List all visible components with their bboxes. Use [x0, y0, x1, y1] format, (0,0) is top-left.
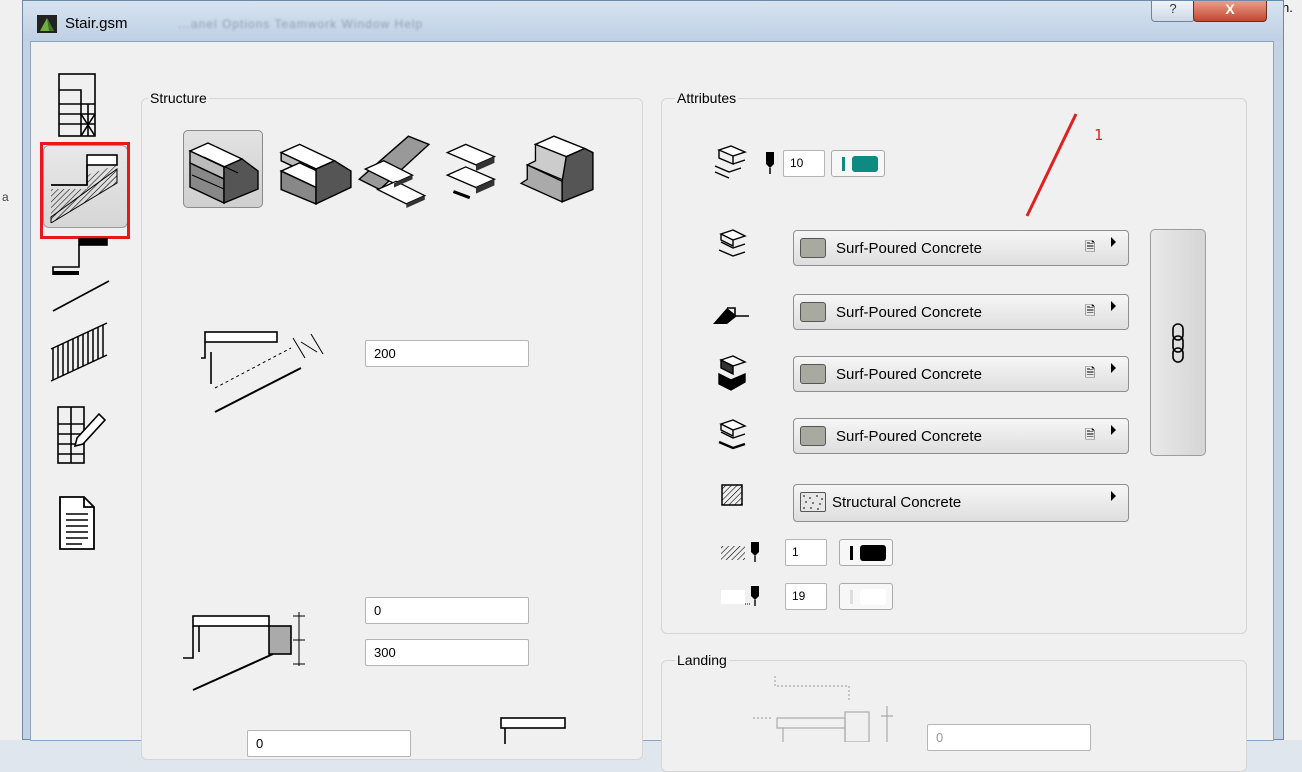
stair-contour-icon	[714, 145, 747, 179]
contour-pen-input[interactable]: 10	[783, 150, 825, 177]
background-app-left: a	[0, 0, 23, 740]
tread-material-icon	[718, 229, 747, 257]
stair-edit-icon[interactable]	[55, 404, 107, 466]
side-material-icon	[718, 355, 747, 391]
material-doc-icon: 🗎	[1085, 303, 1096, 318]
material-doc-icon: 🗎	[1085, 365, 1096, 380]
dropdown-arrow-icon	[1111, 491, 1116, 501]
cut-fill-button[interactable]: Structural Concrete	[793, 484, 1129, 522]
document-icon[interactable]	[57, 494, 97, 552]
landing-input[interactable]: 0	[927, 724, 1091, 751]
dropdown-arrow-icon	[1111, 363, 1116, 373]
background-pen-color[interactable]	[839, 583, 893, 610]
depth-input[interactable]: 300	[365, 639, 529, 666]
background-pen-icon	[721, 586, 759, 606]
material-name: Surf-Poured Concrete	[836, 240, 982, 257]
annotation-line	[1025, 113, 1078, 217]
background-text: a	[2, 190, 9, 204]
offset-input[interactable]: 0	[365, 597, 529, 624]
thickness-input[interactable]: 200	[365, 340, 529, 367]
material-name: Surf-Poured Concrete	[836, 428, 982, 445]
chain-link-icon	[1172, 323, 1184, 363]
stair-offset-diagram	[183, 612, 305, 691]
material-name: Surf-Poured Concrete	[836, 366, 982, 383]
stair-railing-icon[interactable]	[47, 319, 113, 389]
material-swatch	[800, 238, 826, 258]
material-swatch	[800, 364, 826, 384]
help-button[interactable]: ?	[1151, 1, 1195, 22]
stair-type-stringer-button[interactable]	[353, 130, 433, 208]
stair-type-cantilever-button[interactable]	[275, 130, 355, 208]
stair-steps-icon[interactable]	[49, 237, 111, 313]
bottom-material-button[interactable]: Surf-Poured Concrete 🗎	[793, 418, 1129, 454]
background-app-right: n.	[1282, 0, 1302, 740]
contour-pen-color[interactable]	[831, 150, 885, 177]
attributes-group-label: Attributes	[675, 90, 739, 106]
tread-material-button[interactable]: Surf-Poured Concrete 🗎	[793, 230, 1129, 266]
side-material-button[interactable]: Surf-Poured Concrete 🗎	[793, 356, 1129, 392]
close-button[interactable]: X	[1193, 1, 1267, 22]
stair-thickness-diagram	[201, 331, 324, 413]
dialog-content: Structure 200 0 300 0 Attributes 10 Surf…	[30, 41, 1274, 772]
material-doc-icon: 🗎	[1085, 427, 1096, 442]
riser-material-icon	[713, 307, 749, 324]
material-name: Surf-Poured Concrete	[836, 304, 982, 321]
riser-material-button[interactable]: Surf-Poured Concrete 🗎	[793, 294, 1129, 330]
fill-name: Structural Concrete	[832, 494, 962, 511]
stair-type-solid-button[interactable]	[183, 130, 263, 208]
landing-diagram	[753, 676, 893, 742]
fill-swatch	[800, 492, 826, 512]
annotation-label: 1	[1094, 126, 1104, 144]
solid-stair-icon	[188, 142, 259, 205]
fill-pattern-icon	[721, 484, 743, 506]
background-menu-text: ...anel Options Teamwork Window Help	[178, 17, 424, 31]
material-doc-icon: 🗎	[1085, 239, 1096, 254]
material-swatch	[800, 426, 826, 446]
stair-settings-dialog: Stair.gsm ...anel Options Teamwork Windo…	[22, 0, 1284, 772]
archicad-icon	[37, 15, 57, 33]
red-highlight-box	[40, 142, 130, 239]
landing-group	[661, 660, 1247, 772]
stair-type-monolithic-button[interactable]	[517, 130, 597, 208]
stair-plan-icon[interactable]	[53, 70, 101, 140]
dropdown-arrow-icon	[1111, 237, 1116, 247]
fill-pen-icon	[721, 542, 759, 562]
dropdown-arrow-icon	[1111, 301, 1116, 311]
fill-pen-color[interactable]	[839, 539, 893, 566]
material-swatch	[800, 302, 826, 322]
background-pen-input[interactable]: 19	[785, 583, 827, 610]
bottom-material-icon	[718, 419, 747, 450]
landing-group-label: Landing	[675, 652, 729, 668]
link-materials-button[interactable]	[1150, 229, 1206, 456]
dropdown-arrow-icon	[1111, 425, 1116, 435]
partial-input[interactable]: 0	[247, 730, 411, 757]
fill-pen-input[interactable]: 1	[785, 539, 827, 566]
structure-group-label: Structure	[148, 90, 209, 106]
pen-icon	[766, 152, 774, 174]
title-bar[interactable]: Stair.gsm ...anel Options Teamwork Windo…	[23, 1, 1283, 41]
stair-type-floating-button[interactable]	[437, 130, 517, 208]
window-title: Stair.gsm	[65, 15, 128, 32]
